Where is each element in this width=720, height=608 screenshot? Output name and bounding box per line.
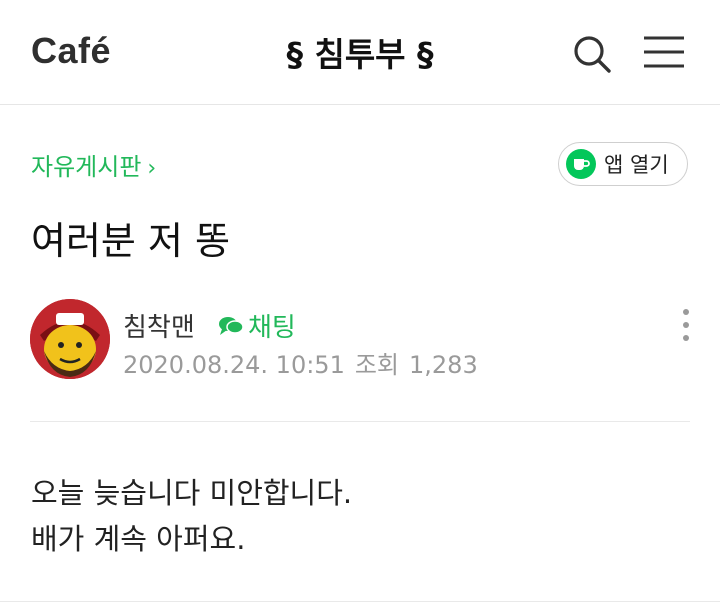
- post-body: 오늘 늦습니다 미안합니다. 배가 계속 아퍼요.: [31, 470, 352, 562]
- board-link[interactable]: 자유게시판 ›: [31, 147, 156, 182]
- views-count: 1,283: [409, 351, 478, 379]
- post-body-line: 오늘 늦습니다 미안합니다.: [31, 476, 353, 510]
- cafe-name[interactable]: § 침투부 §: [0, 28, 720, 76]
- chevron-right-icon: ›: [147, 156, 157, 181]
- chat-label: 채팅: [248, 313, 296, 343]
- divider: [30, 421, 690, 422]
- chat-icon: [219, 316, 244, 335]
- avatar[interactable]: [30, 299, 110, 379]
- top-header: Café § 침투부 §: [0, 0, 720, 105]
- post-meta: 2020.08.24. 10:51 조회 1,283: [123, 345, 488, 380]
- author-name[interactable]: 침착맨: [123, 307, 195, 344]
- search-icon[interactable]: [572, 34, 612, 74]
- post-title: 여러분 저 똥: [31, 219, 230, 263]
- board-name: 자유게시판: [31, 153, 142, 181]
- views-label: 조회: [354, 351, 400, 379]
- cafe-cup-icon: [566, 149, 596, 179]
- more-options-icon[interactable]: [676, 306, 696, 346]
- open-app-button[interactable]: 앱 열기: [558, 142, 688, 186]
- post-body-line: 배가 계속 아퍼요.: [31, 522, 246, 556]
- post-date: 2020.08.24. 10:51: [123, 351, 345, 379]
- chat-button[interactable]: 채팅: [218, 307, 296, 344]
- divider: [0, 601, 720, 602]
- open-app-label: 앱 열기: [604, 153, 669, 177]
- menu-icon[interactable]: [643, 35, 685, 69]
